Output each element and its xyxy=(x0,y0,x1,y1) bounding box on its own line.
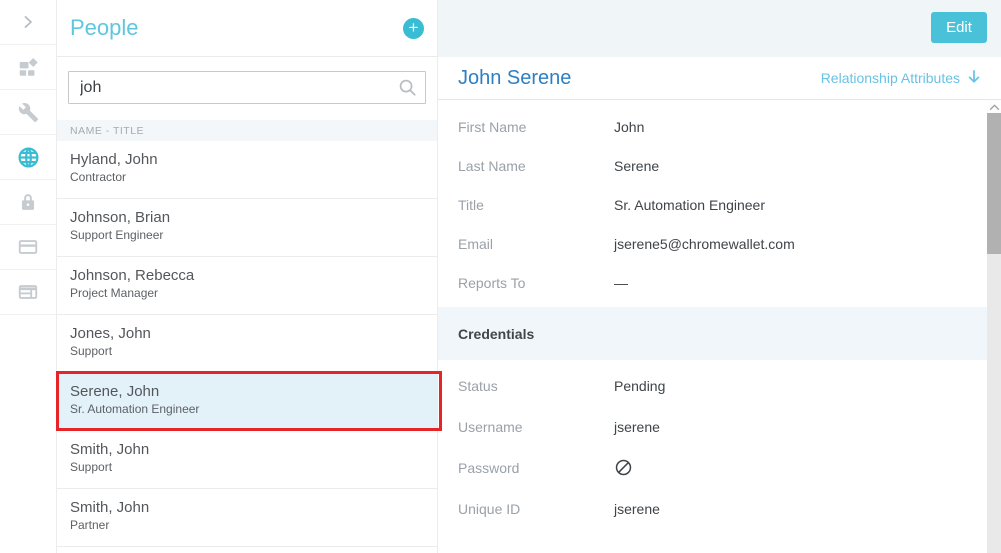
plus-icon: + xyxy=(409,19,419,36)
field-value: jserene xyxy=(614,419,660,435)
field-row: Password xyxy=(438,447,1001,488)
field-row: First Name John xyxy=(438,107,1001,146)
app-window: People + NAME - TITLE Hyland, John Contr… xyxy=(0,0,1001,553)
person-list-item[interactable]: Smith, John Partner xyxy=(57,489,437,547)
sidebar-item-tools[interactable] xyxy=(0,90,56,135)
search-input[interactable] xyxy=(68,71,426,104)
people-panel: People + NAME - TITLE Hyland, John Contr… xyxy=(57,0,437,553)
field-value: Sr. Automation Engineer xyxy=(614,197,765,213)
sidebar-item-security[interactable] xyxy=(0,180,56,225)
field-row: Unique ID jserene xyxy=(438,488,1001,529)
field-value: jserene xyxy=(614,501,660,517)
person-list-item[interactable]: Serene, John Sr. Automation Engineer xyxy=(57,373,437,431)
person-title: Support Engineer xyxy=(70,227,424,243)
sidebar-item-collapse[interactable] xyxy=(0,0,56,45)
person-list-item[interactable]: Hyland, John Contractor xyxy=(57,141,437,199)
field-value: jserene5@chromewallet.com xyxy=(614,236,795,252)
dashboard-icon xyxy=(17,56,39,78)
wrench-icon xyxy=(18,102,39,123)
field-row: Username jserene xyxy=(438,406,1001,447)
table-layout-icon xyxy=(17,281,39,303)
person-title: Partner xyxy=(70,517,424,533)
credential-fields: Status Pending Username jserene Password… xyxy=(438,360,1001,529)
sidebar-item-dashboard[interactable] xyxy=(0,45,56,90)
field-label: First Name xyxy=(458,119,614,135)
person-name: Johnson, Rebecca xyxy=(70,266,424,285)
field-label: Username xyxy=(458,419,614,435)
lock-icon xyxy=(18,192,38,212)
person-list-item[interactable]: Johnson, Brian Support Engineer xyxy=(57,199,437,257)
search-icon xyxy=(398,78,417,102)
down-arrow-icon xyxy=(967,69,981,87)
person-title: Support xyxy=(70,459,424,475)
person-name-heading: John Serene xyxy=(458,67,571,90)
people-header: People + xyxy=(57,0,437,57)
person-name: Serene, John xyxy=(70,382,424,401)
detail-header: John Serene Relationship Attributes xyxy=(438,57,1001,100)
field-label: Reports To xyxy=(458,275,614,291)
person-list-item[interactable]: Smith, John Support xyxy=(57,431,437,489)
field-value: — xyxy=(614,275,628,291)
field-label: Last Name xyxy=(458,158,614,174)
person-name: Hyland, John xyxy=(70,150,424,169)
relationship-attributes-link[interactable]: Relationship Attributes xyxy=(821,69,981,87)
field-row: Reports To — xyxy=(438,263,1001,302)
detail-toolbar: Edit xyxy=(438,0,1001,57)
field-row: Email jserene5@chromewallet.com xyxy=(438,224,1001,263)
detail-body: First Name John Last Name Serene Title S… xyxy=(438,100,1001,529)
person-title: Contractor xyxy=(70,169,424,185)
person-title: Support xyxy=(70,343,424,359)
field-value: Pending xyxy=(614,378,665,394)
field-value: John xyxy=(614,119,644,135)
field-row: Title Sr. Automation Engineer xyxy=(438,185,1001,224)
sidebar-item-people[interactable] xyxy=(0,135,56,180)
field-label: Email xyxy=(458,236,614,252)
detail-scrollbar[interactable] xyxy=(987,100,1001,553)
field-row: Last Name Serene xyxy=(438,146,1001,185)
field-label: Title xyxy=(458,197,614,213)
edit-button[interactable]: Edit xyxy=(931,12,987,43)
person-name: Jones, John xyxy=(70,324,424,343)
scroll-up-button[interactable] xyxy=(987,100,1001,113)
globe-icon xyxy=(17,146,40,169)
credentials-section-header: Credentials xyxy=(438,307,987,360)
person-list-item[interactable]: Johnson, Rebecca Project Manager xyxy=(57,257,437,315)
person-title: Sr. Automation Engineer xyxy=(70,401,424,417)
list-column-header: NAME - TITLE xyxy=(57,120,437,141)
slashed-circle-icon xyxy=(614,458,633,477)
scrollbar-thumb[interactable] xyxy=(987,113,1001,254)
sidebar-item-billing[interactable] xyxy=(0,225,56,270)
page-title: People xyxy=(70,15,139,41)
person-list-item[interactable]: Jones, John Support xyxy=(57,315,437,373)
person-name: Johnson, Brian xyxy=(70,208,424,227)
field-row: Status Pending xyxy=(438,365,1001,406)
credit-card-icon xyxy=(17,236,39,258)
person-fields: First Name John Last Name Serene Title S… xyxy=(438,100,1001,302)
person-name: Smith, John xyxy=(70,440,424,459)
add-person-button[interactable]: + xyxy=(403,18,424,39)
field-value xyxy=(614,458,633,477)
detail-panel: Edit John Serene Relationship Attributes… xyxy=(437,0,1001,553)
sidebar-item-layout[interactable] xyxy=(0,270,56,315)
relationship-attributes-label: Relationship Attributes xyxy=(821,70,960,86)
field-label: Unique ID xyxy=(458,501,614,517)
field-label: Status xyxy=(458,378,614,394)
field-label: Password xyxy=(458,460,614,476)
search-area xyxy=(57,57,437,120)
field-value: Serene xyxy=(614,158,659,174)
person-name: Smith, John xyxy=(70,498,424,517)
people-list: Hyland, John Contractor Johnson, Brian S… xyxy=(57,141,437,547)
person-title: Project Manager xyxy=(70,285,424,301)
chevron-right-icon xyxy=(20,14,36,30)
sidebar xyxy=(0,0,57,553)
